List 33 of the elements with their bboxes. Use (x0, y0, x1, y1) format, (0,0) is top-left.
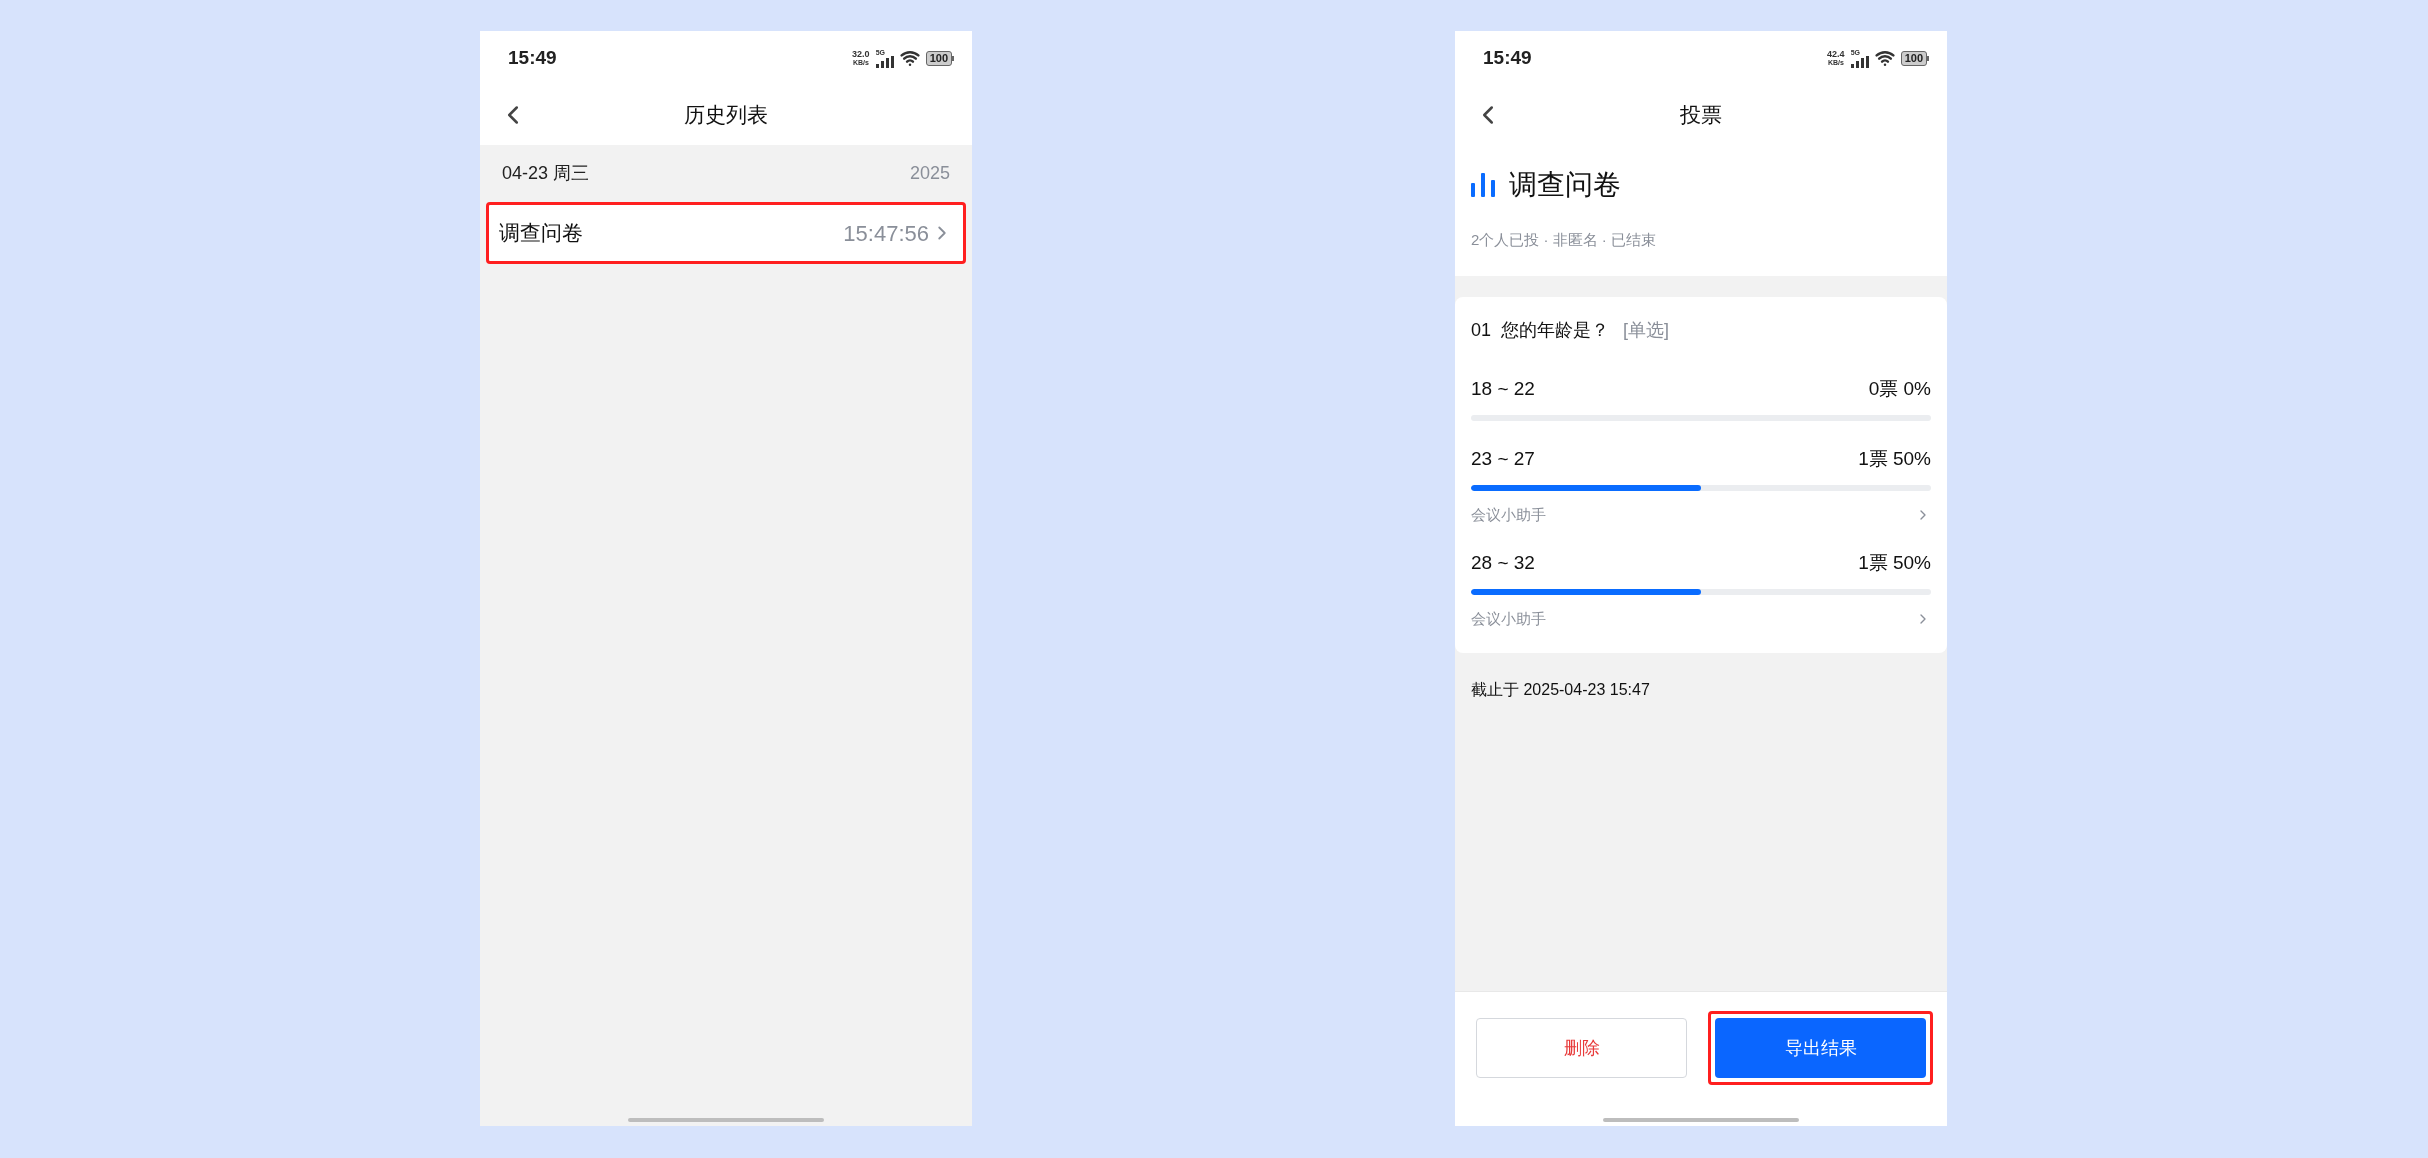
page-title: 投票 (1680, 102, 1722, 129)
status-time: 15:49 (1483, 45, 1532, 70)
history-item[interactable]: 调查问卷 15:47:56 (486, 202, 966, 264)
item-title: 调查问卷 (499, 220, 583, 247)
network-speed: 42.4 (1827, 50, 1845, 59)
voter-name: 会议小助手 (1471, 504, 1546, 525)
battery-indicator: 100 (1900, 50, 1929, 66)
option-result: 0票 0% (1868, 376, 1931, 401)
signal-icon (875, 55, 894, 68)
option-label: 28 ~ 32 (1471, 550, 1535, 575)
wifi-icon (1874, 48, 1895, 68)
option-result: 1票 50% (1858, 446, 1931, 471)
battery-indicator: 100 (925, 50, 954, 66)
status-time: 15:49 (508, 45, 557, 70)
option-result: 1票 50% (1858, 550, 1931, 575)
year-label: 2025 (909, 162, 950, 185)
page-title: 历史列表 (684, 102, 768, 129)
date-header: 04-23 周三 (502, 162, 590, 185)
poll-title: 调查问卷 (1509, 168, 1621, 202)
delete-button[interactable]: 删除 (1476, 1018, 1687, 1078)
question-type: [单选] (1623, 318, 1670, 342)
signal-icon (1850, 55, 1869, 68)
option-label: 23 ~ 27 (1471, 446, 1535, 471)
wifi-icon (899, 48, 920, 68)
voter-name: 会议小助手 (1471, 608, 1546, 629)
question-text: 01 您的年龄是？ (1471, 318, 1610, 342)
poll-meta: 2个人已投 · 非匿名 · 已结束 (1471, 230, 1657, 250)
export-button[interactable]: 导出结果 (1715, 1018, 1926, 1078)
deadline-text: 截止于 2025-04-23 15:47 (1471, 681, 1650, 698)
item-time: 15:47:56 (843, 219, 929, 248)
bar-chart-icon (1471, 173, 1495, 197)
option-label: 18 ~ 22 (1471, 376, 1535, 401)
network-speed: 32.0 (852, 50, 870, 59)
